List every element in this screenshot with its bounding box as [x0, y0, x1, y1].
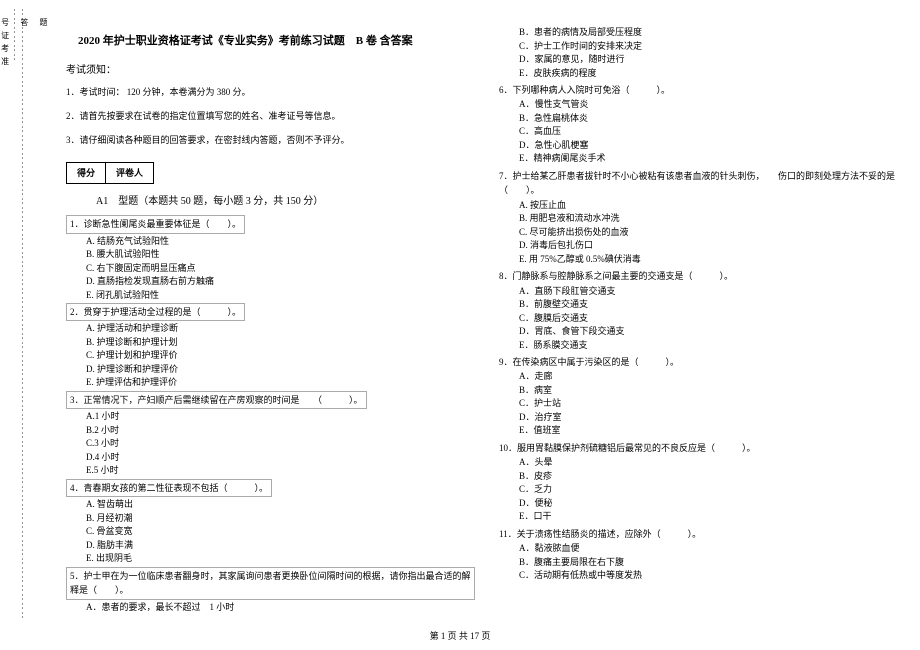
q2-option-c: C. 护理计划和护理评价	[86, 349, 475, 363]
q4-option-a: A. 智齿萌出	[86, 498, 475, 512]
q9-option-c: C．护士站	[519, 397, 908, 411]
question-11: 11．关于溃疡性结肠炎的描述，应除外（ ）。	[499, 527, 908, 541]
section-a1-label: A1 型题（本题共 50 题，每小题 3 分，共 150 分）	[96, 194, 475, 210]
instruction-2: 2．请首先按要求在试卷的指定位置填写您的姓名、准考证号等信息。	[66, 109, 475, 123]
instruction-1: 1．考试时间： 120 分钟，本卷满分为 380 分。	[66, 85, 475, 99]
q11-option-c: C．活动期有低热或中等度发热	[519, 569, 908, 583]
left-column: 2020 年护士职业资格证考试《专业实务》考前练习试题 B 卷 含答案 考试须知…	[60, 8, 487, 620]
q5-option-d: D．家属的意见，随时进行	[519, 53, 908, 67]
notice-heading: 考试须知：	[66, 63, 475, 79]
q7-option-b: B. 用肥皂液和流动水冲洗	[519, 212, 908, 226]
q1-option-c: C. 右下腹固定而明显压痛点	[86, 262, 475, 276]
q6-option-a: A．慢性支气管炎	[519, 98, 908, 112]
q1-option-d: D. 直肠指检发现直肠右前方触痛	[86, 275, 475, 289]
q8-option-b: B．前腹壁交通支	[519, 298, 908, 312]
q4-option-d: D. 脂肪丰满	[86, 539, 475, 553]
question-8: 8．门静脉系与腔静脉系之间最主要的交通支是（ ）。	[499, 269, 908, 283]
exam-title: 2020 年护士职业资格证考试《专业实务》考前练习试题 B 卷 含答案	[78, 33, 475, 51]
q4-option-b: B. 月经初潮	[86, 512, 475, 526]
page-footer: 第 1 页 共 17 页	[0, 629, 920, 642]
q10-option-b: B．皮疹	[519, 470, 908, 484]
q6-option-b: B．急性扁桃体炎	[519, 112, 908, 126]
q2-option-d: D. 护理诊断和护理评价	[86, 363, 475, 377]
question-1: 1．诊断急性阑尾炎最重要体征是（ ）。	[66, 215, 245, 233]
question-9: 9．在传染病区中属于污染区的是（ ）。	[499, 355, 908, 369]
q4-option-c: C. 骨盆变宽	[86, 525, 475, 539]
q11-option-b: B．腹痛主要局限在右下腹	[519, 556, 908, 570]
q2-option-a: A. 护理活动和护理诊断	[86, 322, 475, 336]
question-7: 7．护士给某乙肝患者拔针时不小心被粘有该患者血液的针头刺伤， 伤口的即刻处理方法…	[499, 169, 908, 198]
q8-option-c: C．腹膜后交通支	[519, 312, 908, 326]
right-column: B．患者的病情及局部受压程度 C．护士工作时间的安排来决定 D．家属的意见，随时…	[487, 8, 920, 620]
q9-option-d: D．治疗室	[519, 411, 908, 425]
q10-option-e: E．口干	[519, 510, 908, 524]
q2-option-e: E. 护理评估和护理评价	[86, 376, 475, 390]
q5-option-c: C．护士工作时间的安排来决定	[519, 40, 908, 54]
q6-option-d: D．急性心肌梗塞	[519, 139, 908, 153]
q3-option-d: D.4 小时	[86, 451, 475, 465]
q5-option-a: A．患者的要求，最长不超过 1 小时	[86, 601, 475, 615]
score-box: 得分 评卷人	[66, 162, 154, 184]
q11-option-a: A．黏液脓血便	[519, 542, 908, 556]
binding-margin: ︰︰︰︰︰︰︰︰︰︰︰︰︰︰︰︰︰︰︰︰︰︰︰︰︰︰︰︰︰︰︰︰︰︰︰︰︰︰︰︰…	[0, 8, 60, 620]
q8-option-e: E．肠系膜交通支	[519, 339, 908, 353]
q3-option-b: B.2 小时	[86, 424, 475, 438]
q5-option-b: B．患者的病情及局部受压程度	[519, 26, 908, 40]
q7-option-c: C. 尽可能挤出损伤处的血液	[519, 226, 908, 240]
q4-option-e: E. 出现阴毛	[86, 552, 475, 566]
q9-option-a: A．走廊	[519, 370, 908, 384]
q7-option-e: E. 用 75%乙醇或 0.5%碘伏消毒	[519, 253, 908, 267]
q3-option-c: C.3 小时	[86, 437, 475, 451]
question-4: 4．青春期女孩的第二性征表现不包括（ ）。	[66, 479, 272, 497]
question-5: 5．护士甲在为一位临床患者翻身时，其家属询问患者更换卧位间隔时间的根据，请你指出…	[66, 567, 475, 600]
q1-option-b: B. 腰大肌试验阳性	[86, 248, 475, 262]
question-3: 3．正常情况下，产妇顺产后需继续留在产房观察的时间是 （ ）。	[66, 391, 367, 409]
q9-option-e: E．值班室	[519, 424, 908, 438]
q7-option-d: D. 消毒后包扎伤口	[519, 239, 908, 253]
q1-option-a: A. 结肠充气试验阳性	[86, 235, 475, 249]
q9-option-b: B．病室	[519, 384, 908, 398]
q1-option-e: E. 闭孔肌试验阳性	[86, 289, 475, 303]
q10-option-d: D．便秘	[519, 497, 908, 511]
instruction-3: 3．请仔细阅读各种题目的回答要求，在密封线内答题，否则不予评分。	[66, 133, 475, 147]
q5-option-e: E．皮肤疾病的程度	[519, 67, 908, 81]
q10-option-a: A．头晕	[519, 456, 908, 470]
q3-option-e: E.5 小时	[86, 464, 475, 478]
q8-option-a: A．直肠下段肛管交通支	[519, 285, 908, 299]
binding-vertical-labels: 题 答 号证考准 不 名姓 内 线 ︶区市︵省 封 密	[0, 18, 48, 83]
question-6: 6．下列哪种病人入院时可免浴（ ）。	[499, 83, 908, 97]
q3-option-a: A.1 小时	[86, 410, 475, 424]
q2-option-b: B. 护理诊断和护理计划	[86, 336, 475, 350]
score-cell-score: 得分	[67, 163, 106, 183]
q7-option-a: A. 按压止血	[519, 199, 908, 213]
q10-option-c: C．乏力	[519, 483, 908, 497]
question-10: 10．服用胃黏膜保护剂硫糖铝后最常见的不良反应是（ ）。	[499, 441, 908, 455]
q6-option-e: E．精神病阑尾炎手术	[519, 152, 908, 166]
q8-option-d: D．胃底、食管下段交通支	[519, 325, 908, 339]
binding-dots: ︰︰︰︰︰︰︰︰︰︰︰︰︰︰︰︰︰︰︰︰︰︰︰︰︰︰︰︰︰︰︰︰︰︰︰︰︰︰︰︰…	[10, 8, 26, 620]
q6-option-c: C．高血压	[519, 125, 908, 139]
score-cell-grader: 评卷人	[106, 163, 153, 183]
question-2: 2．贯穿于护理活动全过程的是（ ）。	[66, 303, 245, 321]
